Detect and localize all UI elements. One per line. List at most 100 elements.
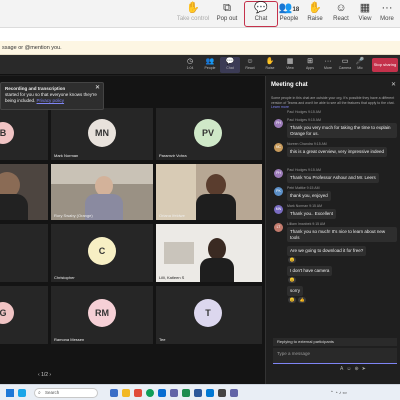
- volume-icon[interactable]: ♪: [339, 390, 341, 395]
- toolbar-chat-button[interactable]: 💬 Chat: [220, 57, 240, 73]
- chat-message: Are we going to download it for free?: [274, 246, 398, 256]
- participant-tile[interactable]: G: [0, 286, 48, 344]
- chevron-up-icon[interactable]: ⌃: [330, 390, 334, 395]
- message-meta: Noreen Chandra 9:15 AM: [287, 142, 327, 146]
- learn-more-link[interactable]: Learn more: [271, 105, 289, 109]
- participant-tile[interactable]: PV Paramvir Vohra: [156, 108, 262, 160]
- chevron-right-icon[interactable]: ›: [48, 372, 51, 378]
- avatar: LT: [274, 223, 283, 232]
- participant-name: Ramona Messen: [54, 337, 85, 342]
- chat-message: I don't have camera: [274, 266, 398, 276]
- taskbar-search[interactable]: ⌕ Search: [34, 388, 98, 398]
- system-tray[interactable]: ⌃ ◔ ♪ ▭: [330, 390, 347, 396]
- participant-name: Tee: [159, 337, 166, 342]
- meeting-toolbar: ◷ 1:04 👥 People 💬 Chat ☺ React ✋ Raise ▦ View …: [0, 55, 400, 75]
- mic-icon: 🎤: [355, 58, 365, 65]
- chat-message: PH Paul Hodges 9:15 AM Thank you very mu…: [274, 118, 398, 138]
- chat-message: MN Mark Norman 9:15 AM Thank you.. Excel…: [274, 204, 398, 219]
- widgets-icon[interactable]: [18, 389, 26, 397]
- participant-video[interactable]: [0, 164, 48, 220]
- toolbar-view-button[interactable]: ▦ View: [280, 57, 300, 73]
- toolbar-apps-button[interactable]: ⊞ Apps: [300, 57, 320, 73]
- message-text: thank you, enjoyed: [287, 191, 331, 201]
- excel-icon[interactable]: [182, 389, 190, 397]
- chat-message: LT Lilliam Imanbek 9:15 AM Thank you so …: [274, 222, 398, 242]
- avatar: B: [0, 122, 14, 144]
- chat-message: sorry: [274, 286, 398, 296]
- message-meta: Paul Hodges 9:15 AM: [287, 168, 321, 172]
- windows-start-icon[interactable]: [6, 389, 14, 397]
- reaction-icon[interactable]: 😊: [288, 277, 296, 283]
- take-control-button[interactable]: ✋ Take control: [176, 2, 210, 26]
- chrome-icon[interactable]: [146, 389, 154, 397]
- participant-video[interactable]: Oriana Ifeldwe: [156, 164, 262, 220]
- chat-icon: 💬: [225, 58, 235, 65]
- teams-icon[interactable]: [170, 389, 178, 397]
- task-view-icon[interactable]: [110, 389, 118, 397]
- word-icon[interactable]: [194, 389, 202, 397]
- message-input[interactable]: Type a message: [273, 348, 397, 364]
- close-icon[interactable]: ✕: [391, 81, 396, 88]
- more-icon: ···: [381, 2, 393, 14]
- teams-icon[interactable]: [230, 389, 238, 397]
- avatar: MN: [88, 119, 116, 147]
- participant-tile[interactable]: MN Mark Norman: [51, 108, 153, 160]
- participant-video[interactable]: Rory Swaby (Orange): [51, 164, 153, 220]
- participant-name: Paramvir Vohra: [159, 153, 187, 158]
- reaction-icon[interactable]: 👍: [298, 297, 306, 303]
- message-text: Thank you.. Excellent: [287, 209, 337, 219]
- toolbar-raise-button[interactable]: ✋ Raise: [260, 57, 280, 73]
- participant-name: Mark Norman: [54, 153, 79, 158]
- video-grid: B MN Mark Norman PV Paramvir Vohra ✕ Rec…: [0, 76, 265, 386]
- content-strip: [0, 28, 400, 41]
- more-button[interactable]: ··· More: [370, 2, 400, 26]
- message-text: sorry: [287, 286, 303, 296]
- reaction-icon[interactable]: 😊: [288, 257, 296, 263]
- external-note-text: Some people in this chat are outside you…: [271, 96, 395, 105]
- reaction-icon[interactable]: 😊: [288, 297, 296, 303]
- participant-tile[interactable]: T Tee: [156, 286, 262, 344]
- mic-toggle[interactable]: 🎤 Mic: [350, 57, 370, 73]
- person-body: [196, 194, 236, 220]
- privacy-policy-link[interactable]: Privacy policy: [37, 98, 65, 103]
- close-icon[interactable]: ✕: [95, 85, 100, 91]
- chat-title: Meeting chat: [271, 82, 308, 88]
- clock-icon: ◷: [186, 58, 194, 65]
- person-body: [200, 258, 234, 282]
- shelf: [164, 242, 194, 264]
- toolbar-people-button[interactable]: 👥 People: [200, 57, 220, 73]
- chat-message: NC Noreen Chandra 9:15 AM this is a grea…: [274, 142, 398, 162]
- app-icon[interactable]: [134, 389, 142, 397]
- terminal-icon[interactable]: [218, 389, 226, 397]
- avatar: PV: [194, 119, 222, 147]
- file-explorer-icon[interactable]: [122, 389, 130, 397]
- popout-icon: ⧉: [223, 2, 231, 14]
- recording-title: Recording and transcription: [5, 86, 66, 91]
- participant-tile[interactable]: C Christopher: [51, 224, 153, 282]
- attach-icon[interactable]: ⊕: [354, 366, 361, 372]
- message-meta: Lilliam Imanbek 9:15 AM: [287, 222, 326, 226]
- avatar: RM: [88, 299, 116, 327]
- battery-icon[interactable]: ▭: [343, 390, 347, 395]
- compose-actions: A☺⊕➤: [340, 366, 369, 372]
- send-icon[interactable]: ➤: [362, 366, 369, 372]
- participant-tile[interactable]: B: [0, 108, 48, 160]
- hand-icon: ✋: [186, 2, 200, 14]
- participant-tile[interactable]: [0, 224, 48, 282]
- react-icon: ☺: [246, 58, 254, 65]
- participant-video[interactable]: Lilli, Katleen S: [156, 224, 262, 282]
- teams-window: ✋ Take control ⧉ Pop out 💬 Chat 👥18 Peop…: [0, 0, 400, 400]
- pop-out-button[interactable]: ⧉ Pop out: [210, 2, 244, 26]
- toolbar-react-button[interactable]: ☺ React: [240, 57, 260, 73]
- wifi-icon[interactable]: ◔: [335, 390, 338, 395]
- stop-sharing-button[interactable]: Stop sharing: [372, 58, 398, 72]
- outlook-icon[interactable]: [206, 389, 214, 397]
- edge-icon[interactable]: [158, 389, 166, 397]
- notification-banner: ssage or @mention you.: [0, 41, 400, 55]
- participant-tile[interactable]: RM Ramona Messen: [51, 286, 153, 344]
- avatar: G: [0, 302, 14, 324]
- page-indicator[interactable]: ‹ 1/2 ›: [38, 372, 51, 378]
- top-toolbar: ✋ Take control ⧉ Pop out 💬 Chat 👥18 Peop…: [0, 0, 400, 28]
- avatar: NC: [274, 143, 283, 152]
- avatar: C: [88, 237, 116, 265]
